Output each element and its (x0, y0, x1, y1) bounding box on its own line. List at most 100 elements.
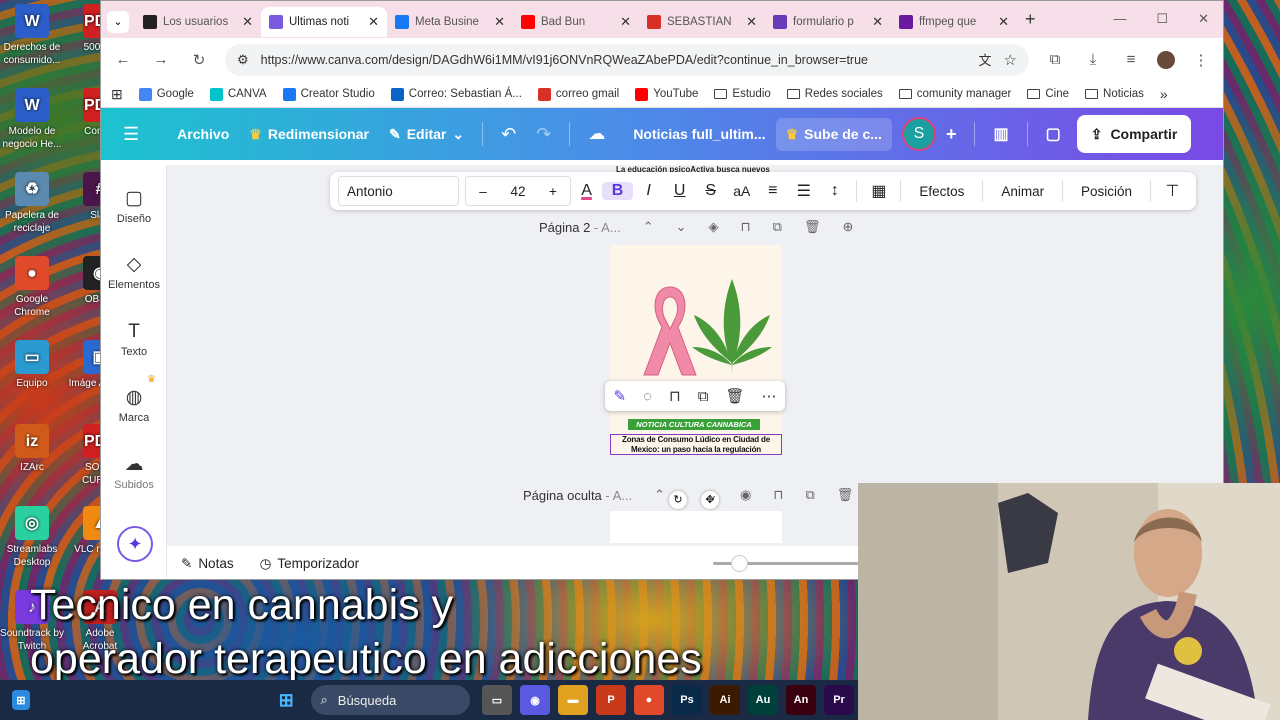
desktop-icon[interactable]: ◎ Streamlabs Desktop (0, 506, 64, 569)
trash-icon[interactable]: 🗑 (837, 487, 854, 503)
sidebar-item-text[interactable]: T Texto (101, 318, 167, 358)
browser-tab[interactable]: Últimas noti ✕ (261, 6, 387, 37)
taskbar-app-icon[interactable]: Au (748, 685, 778, 715)
minimize-button[interactable]: — (1113, 11, 1126, 27)
chevron-up-icon[interactable]: ⌃ (643, 219, 654, 235)
notes-button[interactable]: ✎ Notas (181, 556, 234, 572)
trash-icon[interactable]: 🗑 (725, 387, 744, 405)
spacing-icon[interactable]: ↕ (819, 182, 850, 200)
bookmark-item[interactable]: Creator Studio (282, 87, 375, 101)
trash-icon[interactable]: 🗑 (804, 219, 821, 235)
forward-button[interactable]: → (149, 51, 173, 68)
font-size-input[interactable]: 42 (500, 184, 536, 199)
animate-button[interactable]: Animar (989, 184, 1056, 199)
more-options-icon[interactable]: ⋯ (761, 387, 776, 405)
desktop-icon[interactable]: W Modelo de negocio He... (0, 88, 64, 151)
selected-headline-text[interactable]: Zonas de Consumo Lúdico en Ciudad de Mex… (610, 434, 782, 455)
hamburger-menu-icon[interactable]: ☰ (113, 124, 149, 145)
bookmark-item[interactable]: correo gmail (537, 87, 619, 101)
increase-size-button[interactable]: + (536, 184, 570, 199)
letter-case-button[interactable]: aA (726, 183, 757, 199)
extensions-icon[interactable]: ⧉ (1043, 51, 1067, 68)
design-page-hidden[interactable] (610, 511, 782, 543)
comment-icon[interactable]: ◌ (643, 388, 652, 405)
download-icon[interactable]: ⤓ (1081, 51, 1105, 68)
design-page-2[interactable]: NOTICIA CULTURA CANNABICA Zonas de Consu… (610, 245, 782, 455)
reload-button[interactable]: ↻ (187, 51, 211, 69)
bookmark-item[interactable]: Estudio (714, 88, 771, 100)
lock-icon[interactable]: ⊓ (773, 487, 783, 503)
apps-grid-icon[interactable]: ⊞ (111, 86, 123, 103)
zoom-slider-handle[interactable] (731, 555, 748, 572)
italic-button[interactable]: I (633, 182, 664, 200)
close-tab-icon[interactable]: ✕ (368, 14, 379, 30)
browser-tab[interactable]: Los usuarios ✕ (135, 7, 261, 37)
strikethrough-button[interactable]: S (695, 182, 726, 200)
address-bar[interactable]: ⚙ https://www.canva.com/design/DAGdhW6i1… (225, 43, 1029, 76)
browser-tab[interactable]: Bad Bun ✕ (513, 7, 639, 37)
timer-button[interactable]: ◷ Temporizador (260, 556, 360, 572)
font-selector[interactable]: Antonio (338, 176, 459, 206)
desktop-icon[interactable]: iz IZArc (0, 424, 64, 474)
close-tab-icon[interactable]: ✕ (242, 14, 253, 30)
add-collaborator-button[interactable]: + (936, 124, 967, 145)
close-window-button[interactable]: ✕ (1198, 11, 1209, 27)
taskbar-app-icon[interactable]: ▬ (558, 685, 588, 715)
desktop-icon[interactable]: ● Google Chrome (0, 256, 64, 319)
new-tab-button[interactable]: + (1025, 9, 1036, 30)
hide-eye-icon[interactable]: ◈ (709, 219, 719, 235)
taskbar-app-icon[interactable]: P (596, 685, 626, 715)
hidden-page-label[interactable]: Página oculta (523, 488, 602, 503)
sidebar-item-design[interactable]: ▢ Diseño (101, 185, 167, 225)
bold-button[interactable]: B (602, 182, 634, 200)
bookmark-item[interactable]: Cine (1027, 88, 1069, 100)
close-tab-icon[interactable]: ✕ (746, 14, 757, 30)
close-tab-icon[interactable]: ✕ (620, 14, 631, 30)
duplicate-icon[interactable]: ⧉ (773, 219, 782, 235)
site-info-icon[interactable]: ⚙ (237, 52, 249, 68)
bookmark-item[interactable]: Correo: Sebastian Á... (390, 87, 522, 101)
transparency-icon[interactable]: ▦ (863, 181, 894, 201)
list-icon[interactable]: ☰ (788, 181, 819, 201)
desktop-icon[interactable]: W Derechos de consumido... (0, 4, 64, 67)
close-tab-icon[interactable]: ✕ (872, 14, 883, 30)
insights-chart-icon[interactable]: ▥ (983, 124, 1018, 144)
browser-tab[interactable]: ffmpeg que ✕ (891, 7, 1017, 37)
user-avatar[interactable]: S (901, 117, 936, 151)
close-tab-icon[interactable]: ✕ (998, 14, 1009, 30)
sidebar-item-uploads[interactable]: ☁ Subidos (101, 451, 167, 491)
edit-button[interactable]: ✎ Editar ⌄ (379, 126, 474, 143)
close-tab-icon[interactable]: ✕ (494, 14, 505, 30)
more-bookmarks-icon[interactable]: » (1160, 86, 1168, 102)
desktop-icon[interactable]: ▭ Equipo (0, 340, 64, 390)
taskbar-search[interactable]: ⌕ Búsqueda (310, 685, 470, 715)
bookmark-item[interactable]: Google (138, 87, 194, 101)
bookmark-item[interactable]: Redes sociales (786, 88, 883, 100)
chevron-down-icon[interactable]: ⌄ (707, 487, 718, 503)
back-button[interactable]: ← (111, 51, 135, 68)
magic-assistant-button[interactable]: ✦ (117, 526, 153, 562)
lock-icon[interactable]: ⊓ (669, 387, 681, 405)
tab-list-button[interactable]: ⌄ (107, 10, 129, 33)
bookmark-item[interactable]: Noticias (1085, 88, 1144, 100)
news-badge[interactable]: NOTICIA CULTURA CANNABICA (628, 419, 760, 430)
bookmark-item[interactable]: YouTube (635, 87, 698, 101)
chevron-down-icon[interactable]: ⌄ (676, 219, 687, 235)
effects-button[interactable]: Efectos (907, 184, 976, 199)
windows11-start-icon[interactable]: ⊞ (273, 685, 300, 715)
redo-button[interactable]: ↷ (526, 124, 561, 145)
magic-write-icon[interactable]: ✎ (614, 387, 627, 405)
page2-title[interactable]: - A... (594, 220, 621, 235)
media-control-icon[interactable]: ≡ (1119, 51, 1143, 68)
chevron-up-icon[interactable]: ⌃ (654, 487, 665, 503)
copy-style-icon[interactable]: ⊤ (1157, 181, 1188, 201)
file-menu[interactable]: Archivo (167, 126, 239, 142)
comments-icon[interactable]: ▢ (1036, 124, 1071, 144)
bookmark-item[interactable]: comunity manager (898, 88, 1011, 100)
decrease-size-button[interactable]: – (466, 184, 500, 199)
upgrade-button[interactable]: ♛ Sube de c... (775, 117, 892, 151)
browser-tab[interactable]: SEBASTIAN ✕ (639, 7, 765, 37)
taskbar-app-icon[interactable]: An (786, 685, 816, 715)
page2-label[interactable]: Página 2 (539, 220, 590, 235)
taskbar-app-icon[interactable]: ● (634, 685, 664, 715)
